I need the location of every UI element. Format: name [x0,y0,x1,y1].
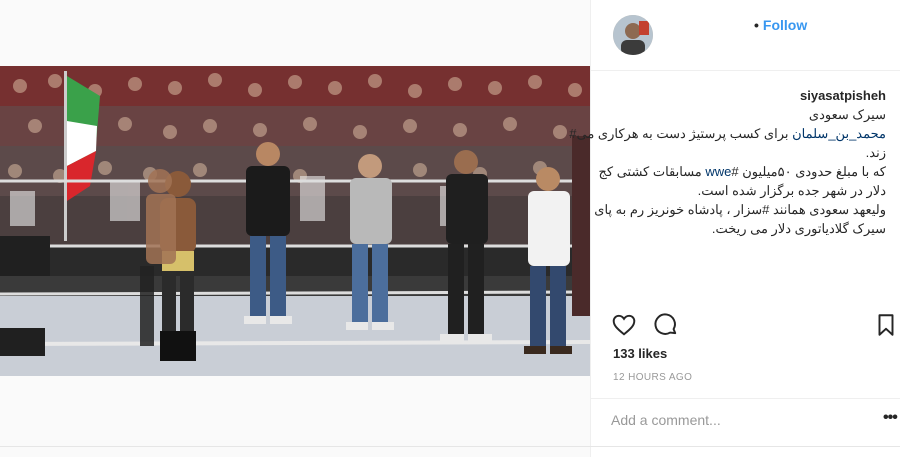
post-sidebar: • Follow siyasatpisheh سیرک سعودی محمد_بن… [569,0,900,457]
caption-line-2: زند. [865,145,886,160]
caption-username[interactable]: siyasatpisheh [800,88,886,103]
wrestling-ring-photo [0,66,590,376]
media-pane [0,0,591,457]
caption-line-7: سیرک گلادیاتوری دلار می ریخت. [711,221,886,236]
caption-line-5: دلار در شهر جده برگزار شده است. [697,183,886,198]
comment-icon[interactable] [653,312,681,340]
caption-line-4: مسابقات کشتی کج [598,164,702,179]
likes-count[interactable]: 133 likes [613,346,667,361]
caption-line-3: که با مبلغ حدودی ۵۰میلیون # [731,164,886,179]
post-header: • Follow [591,0,900,71]
follow-button-wrap: • Follow [754,17,807,33]
post-photo[interactable] [0,66,590,376]
avatar-image [613,15,653,55]
separator-dot: • [754,17,759,33]
bottom-divider [0,446,900,447]
bookmark-icon[interactable] [875,312,900,340]
comment-bar: ••• [591,398,900,443]
action-bar [591,312,900,342]
post-timestamp[interactable]: 12 HOURS AGO [613,372,692,383]
caption-title: سیرک سعودی [808,107,886,122]
follow-button[interactable]: Follow [763,17,807,33]
comment-input[interactable] [611,409,851,431]
heart-icon[interactable] [611,312,639,340]
caption-line-1: برای کسب پرستیژ دست به هرکاری می# [569,126,789,141]
hashtag-wwe[interactable]: wwe [705,164,731,179]
hashtag-mbs[interactable]: محمد_بن_سلمان [792,126,886,141]
post-caption: siyasatpisheh سیرک سعودی محمد_بن_سلمان ب… [569,86,886,238]
avatar[interactable] [613,15,653,55]
caption-line-6: ولیعهد سعودی همانند #سزار ، پادشاه خونری… [594,202,886,217]
more-options-icon[interactable]: ••• [883,409,898,427]
